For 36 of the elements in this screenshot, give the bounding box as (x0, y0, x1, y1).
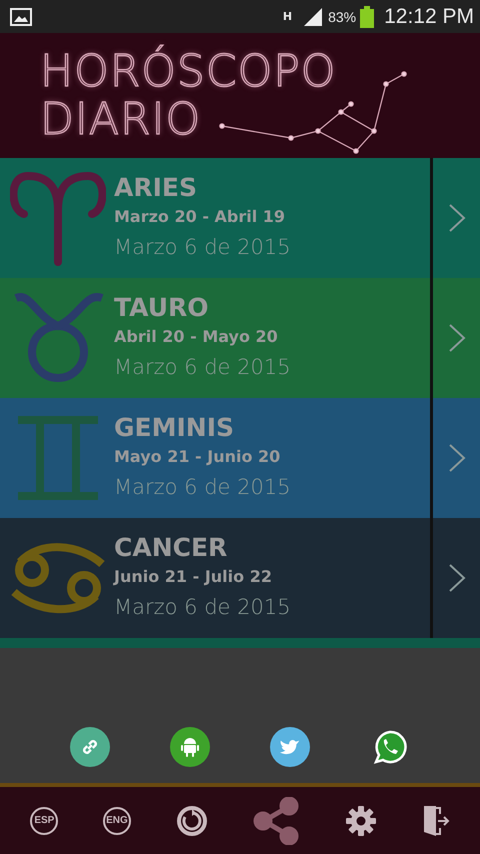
sign-name: GEMINIS (114, 412, 236, 444)
share-button[interactable] (252, 796, 300, 844)
language-button[interactable]: ENG (102, 806, 131, 834)
sign-row[interactable]: CANCER Junio 21 - Julio 22 Marzo 6 de 2015 (0, 518, 480, 638)
aries-glyph-icon (10, 170, 106, 266)
horoscope-date: Marzo 6 de 2015 (114, 474, 291, 501)
sign-name: ARIES (114, 172, 198, 204)
android-button[interactable] (170, 727, 210, 767)
date-range: Mayo 21 - Junio 20 (114, 446, 282, 468)
horoscope-date: Marzo 6 de 2015 (114, 594, 291, 621)
horoscope-date: Marzo 6 de 2015 (114, 354, 291, 381)
sign-name: CANCER (114, 532, 228, 564)
picture-icon (10, 8, 32, 26)
battery-percent: 83% (328, 8, 356, 24)
bird-button[interactable] (270, 727, 310, 767)
language-button[interactable]: ESP (30, 806, 58, 834)
robot-icon (178, 735, 202, 759)
refresh-button[interactable] (176, 804, 208, 836)
signal-icon (302, 8, 324, 26)
clock: 12:12 PM (384, 4, 474, 28)
date-range: Marzo 20 - Abril 19 (114, 206, 286, 228)
app-title: DIARIO (40, 96, 202, 144)
chevron-right-icon (446, 323, 466, 353)
chevron-right-icon (446, 203, 466, 233)
battery-icon (360, 6, 374, 28)
date-range: Abril 20 - Mayo 20 (114, 326, 279, 348)
horoscope-date: Marzo 6 de 2015 (114, 234, 291, 261)
exit-button[interactable] (422, 804, 450, 838)
link-button[interactable] (70, 727, 110, 767)
date-range: Junio 21 - Julio 22 (114, 566, 273, 588)
settings-button[interactable] (344, 804, 377, 836)
chevron-right-icon (446, 443, 466, 473)
sign-name: TAURO (114, 292, 210, 324)
chevron-right-icon (446, 563, 466, 593)
sign-row[interactable]: GEMINIS Mayo 21 - Junio 20 Marzo 6 de 2015 (0, 398, 480, 518)
network-type: H (282, 11, 292, 22)
